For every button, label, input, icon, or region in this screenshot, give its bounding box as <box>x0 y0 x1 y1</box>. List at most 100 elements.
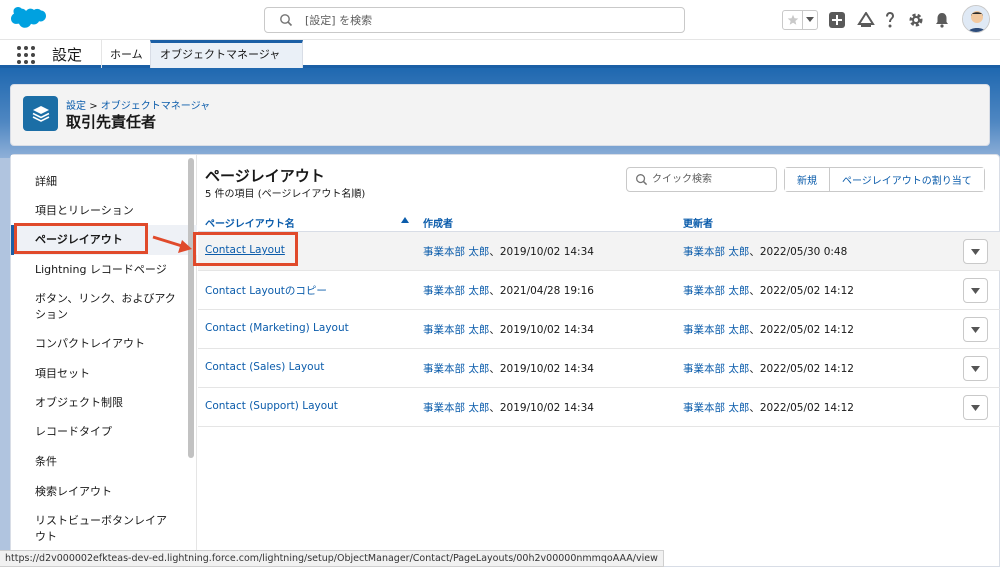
modified-by-cell: 事業本部 太郎、2022/05/02 14:12 <box>683 283 854 298</box>
quick-search[interactable] <box>626 167 777 192</box>
created-date: 、2019/10/02 14:34 <box>489 402 594 414</box>
tab-object-manager-label: オブジェクトマネージャ <box>160 48 281 61</box>
created-by-cell: 事業本部 太郎、2019/10/02 14:34 <box>423 400 594 415</box>
chevron-down-icon[interactable] <box>803 11 817 29</box>
created-by-cell: 事業本部 太郎、2019/10/02 14:34 <box>423 244 594 259</box>
created-date: 、2021/04/28 19:16 <box>489 285 594 297</box>
sidebar-item-label-line1: ボタン、リンク、およびアク <box>35 292 176 305</box>
layout-name-link[interactable]: Contact Layoutのコピー <box>205 283 327 298</box>
created-by-cell: 事業本部 太郎、2019/10/02 14:34 <box>423 361 594 376</box>
search-input[interactable] <box>305 11 665 29</box>
modified-user-link[interactable]: 事業本部 太郎 <box>683 402 749 414</box>
gear-icon[interactable] <box>906 10 926 30</box>
sidebar-item-label-line1: リストビューボタンレイア <box>35 514 167 527</box>
modified-date: 、2022/05/02 14:12 <box>749 363 854 375</box>
created-user-link[interactable]: 事業本部 太郎 <box>423 285 489 297</box>
quick-search-input[interactable] <box>652 171 772 188</box>
global-search[interactable] <box>264 7 685 33</box>
modified-user-link[interactable]: 事業本部 太郎 <box>683 246 749 258</box>
bell-icon[interactable] <box>932 10 952 30</box>
row-actions-button[interactable] <box>963 356 988 381</box>
sidebar-item-record-types[interactable]: レコードタイプ <box>35 424 112 440</box>
chevron-down-icon <box>971 248 980 255</box>
salesforce-logo[interactable] <box>10 7 50 35</box>
created-date: 、2019/10/02 14:34 <box>489 246 594 258</box>
app-nav-bar: 設定 ホーム オブジェクトマネージャ <box>0 40 1000 157</box>
sidebar-item-fields[interactable]: 項目とリレーション <box>35 203 134 219</box>
created-date: 、2019/10/02 14:34 <box>489 363 594 375</box>
sidebar-item-buttons-links[interactable]: ボタン、リンク、およびアク ション <box>35 291 176 323</box>
section-title: ページレイアウト <box>205 167 325 185</box>
object-header: 設定 > オブジェクトマネージャ 取引先責任者 <box>10 84 990 146</box>
assign-page-layout-button[interactable]: ページレイアウトの割り当て <box>829 168 984 191</box>
action-buttons: 新規 ページレイアウトの割り当て <box>784 167 985 192</box>
sidebar-scrollbar[interactable] <box>188 158 194 458</box>
modified-user-link[interactable]: 事業本部 太郎 <box>683 363 749 375</box>
star-icon[interactable] <box>783 11 803 29</box>
app-name: 設定 <box>52 46 83 64</box>
modified-user-link[interactable]: 事業本部 太郎 <box>683 285 749 297</box>
sidebar-item-field-sets[interactable]: 項目セット <box>35 366 90 382</box>
column-header-modified-by[interactable]: 更新者 <box>683 215 713 230</box>
sidebar-item-conditions[interactable]: 条件 <box>35 454 57 470</box>
sidebar-item-list-view-button-layout[interactable]: リストビューボタンレイア ウト <box>35 513 167 545</box>
column-header-name[interactable]: ページレイアウト名 <box>205 215 295 230</box>
modified-by-cell: 事業本部 太郎、2022/05/30 0:48 <box>683 244 847 259</box>
created-user-link[interactable]: 事業本部 太郎 <box>423 363 489 375</box>
main-panel: 詳細 項目とリレーション ページレイアウト Lightning レコードページ … <box>10 154 1000 567</box>
table-row: Contact Layoutのコピー 事業本部 太郎、2021/04/28 19… <box>198 271 1000 310</box>
sidebar-item-label-line2: ウト <box>35 530 57 543</box>
trailhead-icon[interactable] <box>856 10 876 30</box>
modified-by-cell: 事業本部 太郎、2022/05/02 14:12 <box>683 361 854 376</box>
page-layouts-section: ページレイアウト 5 件の項目 (ページレイアウト名順) 新規 ページレイアウト… <box>198 155 1000 567</box>
sort-ascending-icon[interactable] <box>401 217 409 223</box>
sidebar-item-lightning-pages[interactable]: Lightning レコードページ <box>35 262 167 278</box>
modified-date: 、2022/05/02 14:12 <box>749 285 854 297</box>
search-icon <box>280 14 293 27</box>
page-title: 取引先責任者 <box>66 113 157 131</box>
sidebar-item-compact-layouts[interactable]: コンパクトレイアウト <box>35 336 145 352</box>
sidebar-item-object-limits[interactable]: オブジェクト制限 <box>35 395 123 411</box>
global-header <box>0 0 1000 40</box>
column-header-created-by[interactable]: 作成者 <box>423 215 453 230</box>
tab-object-manager[interactable]: オブジェクトマネージャ <box>150 40 303 157</box>
row-actions-button[interactable] <box>963 317 988 342</box>
row-actions-button[interactable] <box>963 239 988 264</box>
table-row: Contact Layout 事業本部 太郎、2019/10/02 14:34 … <box>198 232 1000 271</box>
chevron-down-icon <box>971 404 980 411</box>
sidebar-item-search-layouts[interactable]: 検索レイアウト <box>35 484 112 500</box>
table-row: Contact (Sales) Layout 事業本部 太郎、2019/10/0… <box>198 349 1000 388</box>
chevron-down-icon <box>971 287 980 294</box>
layout-name-link[interactable]: Contact (Marketing) Layout <box>205 322 349 334</box>
modified-by-cell: 事業本部 太郎、2022/05/02 14:12 <box>683 400 854 415</box>
created-user-link[interactable]: 事業本部 太郎 <box>423 402 489 414</box>
plus-icon[interactable] <box>827 10 847 30</box>
new-button[interactable]: 新規 <box>785 168 829 191</box>
modified-date: 、2022/05/30 0:48 <box>749 246 848 258</box>
created-by-cell: 事業本部 太郎、2021/04/28 19:16 <box>423 283 594 298</box>
help-icon[interactable] <box>880 10 900 30</box>
search-icon <box>636 174 648 186</box>
highlight-box-layout <box>193 232 298 266</box>
chevron-down-icon <box>971 326 980 333</box>
table-header: ページレイアウト名 作成者 更新者 <box>198 210 1000 232</box>
table-row: Contact (Support) Layout 事業本部 太郎、2019/10… <box>198 388 1000 427</box>
row-actions-button[interactable] <box>963 395 988 420</box>
created-date: 、2019/10/02 14:34 <box>489 324 594 336</box>
app-launcher-icon[interactable] <box>17 46 35 64</box>
object-sidebar: 詳細 項目とリレーション ページレイアウト Lightning レコードページ … <box>11 155 197 567</box>
modified-by-cell: 事業本部 太郎、2022/05/02 14:12 <box>683 322 854 337</box>
row-actions-button[interactable] <box>963 278 988 303</box>
modified-user-link[interactable]: 事業本部 太郎 <box>683 324 749 336</box>
section-subtitle: 5 件の項目 (ページレイアウト名順) <box>205 189 366 200</box>
created-user-link[interactable]: 事業本部 太郎 <box>423 246 489 258</box>
favorites-button[interactable] <box>782 10 818 30</box>
layout-name-link[interactable]: Contact (Support) Layout <box>205 400 338 412</box>
layout-name-link[interactable]: Contact (Sales) Layout <box>205 361 324 373</box>
chevron-down-icon <box>971 365 980 372</box>
avatar[interactable] <box>962 5 990 33</box>
created-user-link[interactable]: 事業本部 太郎 <box>423 324 489 336</box>
tab-home[interactable]: ホーム <box>110 46 143 62</box>
sidebar-item-details[interactable]: 詳細 <box>35 174 57 190</box>
breadcrumb: 設定 > オブジェクトマネージャ <box>66 97 210 112</box>
